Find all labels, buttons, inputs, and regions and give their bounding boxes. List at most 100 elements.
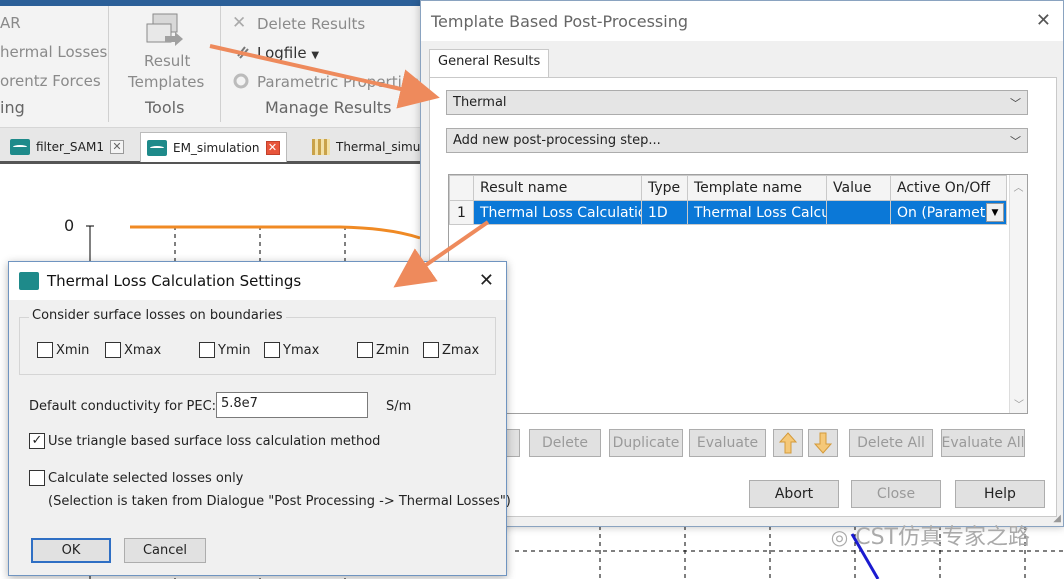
conductivity-unit: S/m (386, 399, 412, 414)
col-result-name[interactable]: Result name (473, 175, 642, 201)
col-value[interactable]: Value (826, 175, 891, 201)
parametric-properties-button[interactable]: Parametric Properties (257, 73, 419, 91)
col-active[interactable]: Active On/Off (890, 175, 1007, 201)
cell-active-value: On (Paramet (897, 204, 986, 221)
ribbon-separator (108, 6, 109, 122)
grid-vertical-scrollbar[interactable]: ︿ ﹀ (1009, 175, 1027, 413)
checkbox-ymin[interactable]: Ymin (199, 342, 250, 358)
category-dropdown[interactable]: Thermal ﹀ (446, 90, 1028, 115)
move-up-button[interactable] (773, 429, 803, 457)
add-step-dropdown[interactable]: Add new post-processing step... ﹀ (446, 128, 1028, 153)
checkbox-label: Zmax (442, 342, 480, 358)
result-templates-icon (146, 13, 183, 46)
checkbox-triangle-method[interactable]: ✓ Use triangle based surface loss calcul… (29, 433, 380, 449)
dropdown-arrow-icon[interactable]: ▼ (986, 203, 1004, 222)
doc-tab-filter-sam1[interactable]: filter_SAM1 ✕ (4, 132, 130, 162)
help-button[interactable]: Help (955, 480, 1045, 508)
surface-losses-group-label: Consider surface losses on boundaries (29, 308, 286, 323)
checkbox-box[interactable] (105, 342, 121, 358)
cancel-button[interactable]: Cancel (124, 538, 206, 563)
checkbox-zmin[interactable]: Zmin (357, 342, 409, 358)
evaluate-button[interactable]: Evaluate (689, 429, 766, 457)
checkbox-label: Xmin (56, 342, 90, 358)
watermark-text: CST仿真专家之路 (855, 525, 1030, 550)
dialog-tab-strip: General Results (429, 49, 550, 77)
checkbox-xmin[interactable]: Xmin (37, 342, 89, 358)
checkbox-zmax[interactable]: Zmax (423, 342, 479, 358)
checkbox-xmax[interactable]: Xmax (105, 342, 161, 358)
ribbon-group-manage-results: Manage Results (265, 98, 392, 117)
abort-button[interactable]: Abort (749, 480, 839, 508)
curve-orange (130, 225, 421, 240)
scroll-up-icon[interactable]: ︿ (1010, 179, 1027, 194)
col-type[interactable]: Type (641, 175, 688, 201)
dialog-title: Template Based Post-Processing (421, 1, 1063, 41)
checkbox-label: Xmax (124, 342, 162, 358)
checkbox-box[interactable] (37, 342, 53, 358)
checkbox-box[interactable] (264, 342, 280, 358)
dialog-titlebar: Thermal Loss Calculation Settings (9, 262, 506, 300)
duplicate-button[interactable]: Duplicate (609, 429, 683, 457)
checkbox-box[interactable] (199, 342, 215, 358)
logfile-button[interactable]: Logfile ▼ (257, 44, 319, 62)
table-row[interactable]: 1 Thermal Loss Calculation 1D Thermal Lo… (449, 200, 1007, 225)
thermal-loss-icon (19, 272, 39, 290)
checkbox-box[interactable] (357, 342, 373, 358)
chevron-down-icon: ﹀ (1010, 134, 1021, 148)
watermark: ◎ CST仿真专家之路 (831, 519, 1030, 551)
ok-button[interactable]: OK (31, 538, 111, 563)
checkbox-checked[interactable]: ✓ (29, 433, 45, 449)
cell-result-name[interactable]: Thermal Loss Calculation (473, 200, 642, 225)
delete-button[interactable]: Delete (529, 429, 601, 457)
arrow-down-icon (813, 432, 833, 454)
category-value: Thermal (453, 95, 507, 110)
close-icon[interactable]: ✕ (1036, 10, 1051, 31)
cell-template-name[interactable]: Thermal Loss Calcul (687, 200, 827, 225)
ribbon-item-lorentz-forces[interactable]: orentz Forces (0, 72, 101, 90)
move-down-button[interactable] (808, 429, 838, 457)
ribbon-item-ar[interactable]: AR (0, 14, 21, 32)
thermal-loss-settings-dialog: Thermal Loss Calculation Settings ✕ Cons… (8, 261, 511, 576)
delete-all-button[interactable]: Delete All (849, 429, 933, 457)
close-button[interactable]: Close (851, 480, 941, 508)
y-tick-label: 0 (64, 216, 75, 235)
checkbox-ymax[interactable]: Ymax (264, 342, 319, 358)
checkbox-box[interactable] (29, 470, 45, 486)
delete-results-button[interactable]: Delete Results (257, 15, 365, 33)
result-templates-label-1: Result (144, 52, 191, 70)
close-tab-icon[interactable]: ✕ (109, 140, 124, 154)
scroll-down-icon[interactable]: ﹀ (1010, 396, 1028, 411)
ribbon-group-label-partial: ing (0, 98, 25, 117)
doc-tab-thermal-simulation[interactable]: Thermal_simula (306, 132, 437, 162)
tab-general-results[interactable]: General Results (429, 49, 550, 77)
logfile-dropdown-icon: ▼ (311, 50, 320, 61)
template-postprocessing-dialog: Template Based Post-Processing ✕ General… (420, 0, 1064, 527)
close-tab-icon[interactable]: ✕ (265, 140, 280, 155)
new-button-partial[interactable] (505, 429, 520, 457)
doc-tab-em-simulation[interactable]: EM_simulation ✕ (140, 132, 287, 162)
ribbon-separator (220, 6, 221, 122)
checkbox-label: Ymin (218, 342, 251, 358)
evaluate-all-button[interactable]: Evaluate All (941, 429, 1025, 457)
col-template-name[interactable]: Template name (687, 175, 827, 201)
dialog-title: Thermal Loss Calculation Settings (47, 272, 302, 290)
ribbon-item-thermal-losses[interactable]: hermal Losses (0, 43, 107, 61)
resize-grip-icon[interactable]: ◢ (1053, 513, 1061, 524)
add-step-value: Add new post-processing step... (453, 133, 661, 148)
cell-value[interactable] (826, 200, 891, 225)
conductivity-input[interactable]: 5.8e7 (216, 392, 368, 418)
checkbox-selected-losses[interactable]: Calculate selected losses only (29, 470, 243, 486)
close-icon[interactable]: ✕ (479, 270, 494, 291)
cell-type[interactable]: 1D (641, 200, 688, 225)
grid-header-row: Result name Type Template name Value Act… (449, 175, 1007, 201)
wechat-icon: ◎ (830, 525, 849, 549)
checkbox-label: Ymax (283, 342, 320, 358)
checkbox-box[interactable] (423, 342, 439, 358)
checkbox-label: Calculate selected losses only (48, 470, 244, 486)
checkbox-label: Zmin (376, 342, 410, 358)
cell-active-dropdown[interactable]: On (Paramet ▼ (890, 200, 1007, 225)
checkbox-label: Use triangle based surface loss calculat… (48, 433, 381, 449)
thermal-project-icon (312, 139, 330, 155)
delete-results-icon: ✕ (232, 13, 247, 33)
project-icon (10, 139, 30, 155)
